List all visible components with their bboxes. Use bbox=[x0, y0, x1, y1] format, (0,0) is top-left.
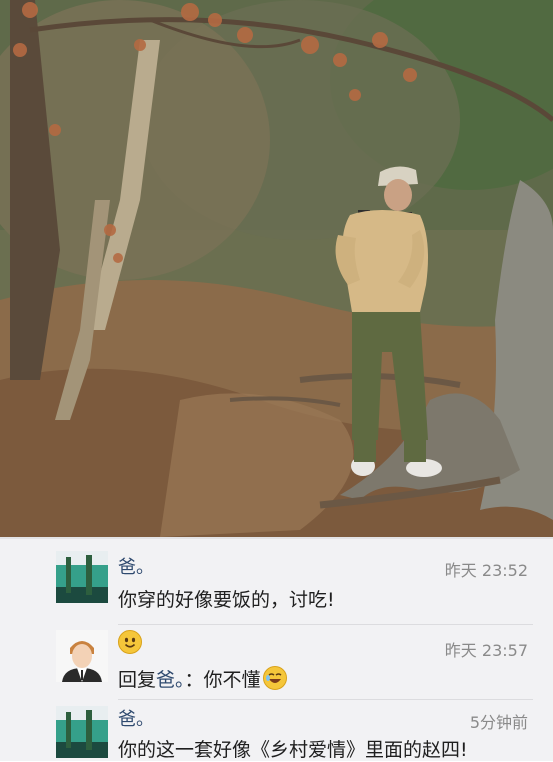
reply-body: ：你不懂 bbox=[184, 669, 261, 691]
cartoon-man-avatar[interactable] bbox=[56, 630, 108, 682]
comment-time: 5分钟前 bbox=[469, 713, 528, 732]
reply-prefix: 回复 bbox=[118, 669, 157, 691]
lake-avatar[interactable] bbox=[56, 706, 108, 758]
post-photo[interactable] bbox=[0, 0, 553, 537]
smiling-face-emoji-icon[interactable] bbox=[118, 630, 142, 655]
divider bbox=[118, 624, 533, 625]
comment-author[interactable]: 爸。 bbox=[118, 553, 154, 579]
lake-avatar[interactable] bbox=[56, 551, 108, 603]
comment-item[interactable]: 爸。 昨天 23:52 你穿的好像要饭的，讨吃! bbox=[0, 547, 553, 619]
comment-author[interactable]: 爸。 bbox=[118, 705, 154, 731]
comment-item[interactable]: 昨天 23:57 回复爸。：你不懂 bbox=[0, 627, 553, 699]
comment-time: 昨天 23:57 bbox=[444, 641, 528, 660]
laughing-face-emoji-icon bbox=[262, 666, 287, 690]
comment-text: 你穿的好像要饭的，讨吃! bbox=[118, 589, 335, 611]
smiling-face-emoji-icon bbox=[118, 630, 142, 654]
reply-to-name[interactable]: 爸。 bbox=[156, 669, 185, 691]
comment-time: 昨天 23:52 bbox=[444, 561, 528, 580]
comment-text: 你的这一套好像《乡村爱情》里面的赵四! bbox=[118, 739, 468, 761]
comment-section: 爸。 昨天 23:52 你穿的好像要饭的，讨吃! 昨天 23:57 回复爸。：你… bbox=[0, 537, 553, 761]
forest-path-photo bbox=[0, 0, 553, 537]
comment-text: 回复爸。：你不懂 bbox=[118, 665, 287, 692]
comment-item[interactable]: 爸。 5分钟前 你的这一套好像《乡村爱情》里面的赵四! bbox=[0, 703, 553, 761]
divider bbox=[118, 699, 533, 700]
